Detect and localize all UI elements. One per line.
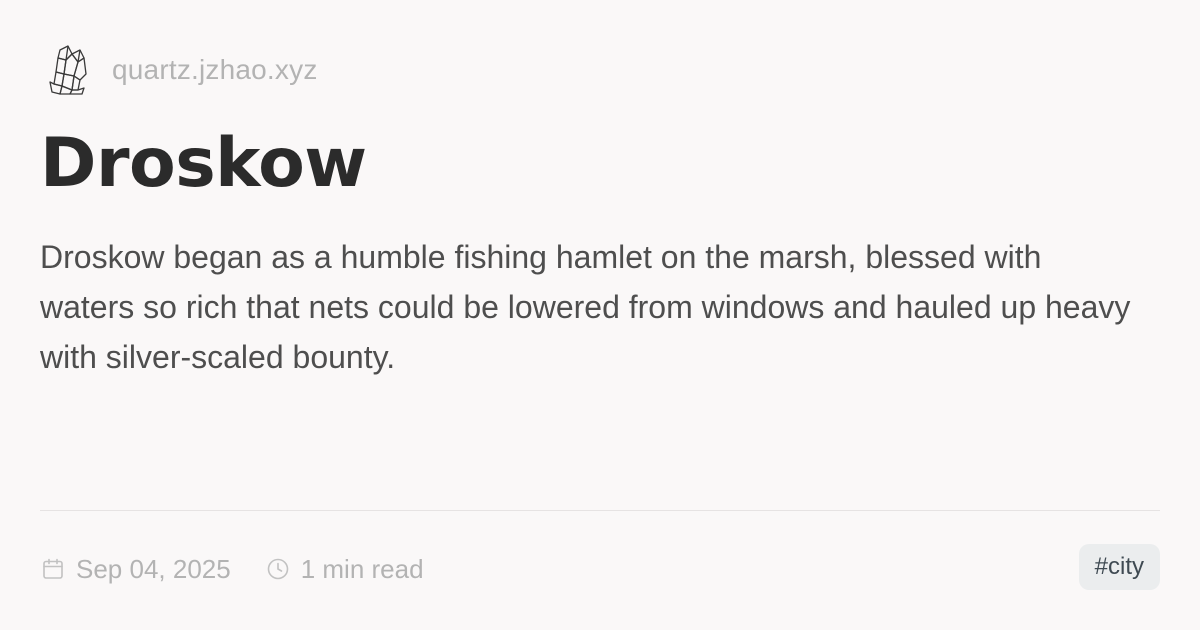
page-description: Droskow began as a humble fishing hamlet… xyxy=(40,239,1131,375)
page-title: Droskow xyxy=(40,124,367,203)
calendar-icon xyxy=(40,556,66,582)
read-time-text: 1 min read xyxy=(300,553,424,584)
tag-city[interactable]: #city xyxy=(1078,544,1160,590)
read-time: 1 min read xyxy=(265,554,424,585)
og-card: quartz.jzhao.xyz Droskow Droskow began a… xyxy=(0,0,1200,630)
clock-icon xyxy=(265,556,291,582)
publish-date: Sep 04, 2025 xyxy=(40,554,231,585)
site-header: quartz.jzhao.xyz xyxy=(40,40,318,100)
crystal-icon xyxy=(40,42,96,98)
publish-date-text: Sep 04, 2025 xyxy=(76,553,231,584)
meta-row: Sep 04, 2025 1 min read xyxy=(40,548,424,590)
site-name[interactable]: quartz.jzhao.xyz xyxy=(112,54,318,86)
divider xyxy=(40,510,1160,511)
